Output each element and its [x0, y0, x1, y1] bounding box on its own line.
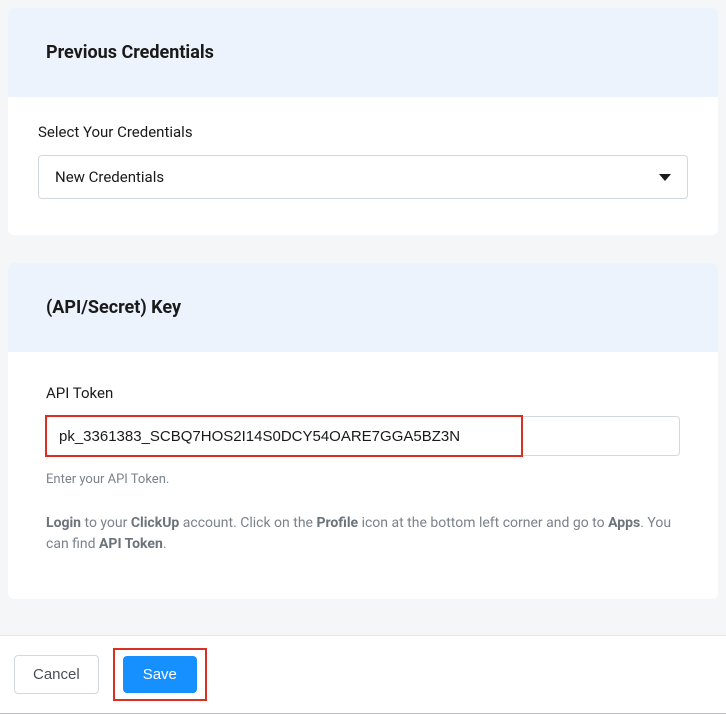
api-token-input-container	[46, 416, 680, 456]
api-token-instructions: Login to your ClickUp account. Click on …	[46, 513, 680, 555]
cancel-button[interactable]: Cancel	[14, 655, 99, 694]
credentials-select-value: New Credentials	[55, 168, 164, 186]
api-key-card: (API/Secret) Key API Token Enter your AP…	[8, 263, 718, 599]
previous-credentials-header: Previous Credentials	[8, 8, 718, 97]
instr-clickup: ClickUp	[131, 515, 179, 531]
previous-credentials-body: Select Your Credentials New Credentials	[8, 97, 718, 235]
credentials-select[interactable]: New Credentials	[38, 155, 688, 199]
instr-profile: Profile	[316, 515, 358, 531]
instr-apps: Apps	[608, 515, 640, 531]
api-token-label: API Token	[46, 384, 680, 402]
save-button[interactable]: Save	[123, 656, 197, 693]
caret-down-icon	[659, 174, 671, 181]
api-token-highlight	[45, 415, 523, 457]
api-key-body: API Token Enter your API Token. Login to…	[8, 352, 718, 599]
instr-login: Login	[46, 515, 81, 531]
api-key-title: (API/Secret) Key	[46, 297, 680, 318]
api-token-input[interactable]	[59, 428, 509, 445]
previous-credentials-title: Previous Credentials	[46, 42, 680, 63]
api-token-input-row	[46, 416, 680, 456]
previous-credentials-card: Previous Credentials Select Your Credent…	[8, 8, 718, 235]
credentials-select-wrapper: New Credentials	[38, 155, 688, 199]
api-token-helper: Enter your API Token.	[46, 472, 680, 487]
instr-apitoken: API Token	[99, 536, 163, 552]
api-key-header: (API/Secret) Key	[8, 263, 718, 352]
select-credentials-label: Select Your Credentials	[38, 123, 688, 141]
save-highlight: Save	[113, 648, 207, 701]
footer-actions: Cancel Save	[0, 635, 726, 714]
